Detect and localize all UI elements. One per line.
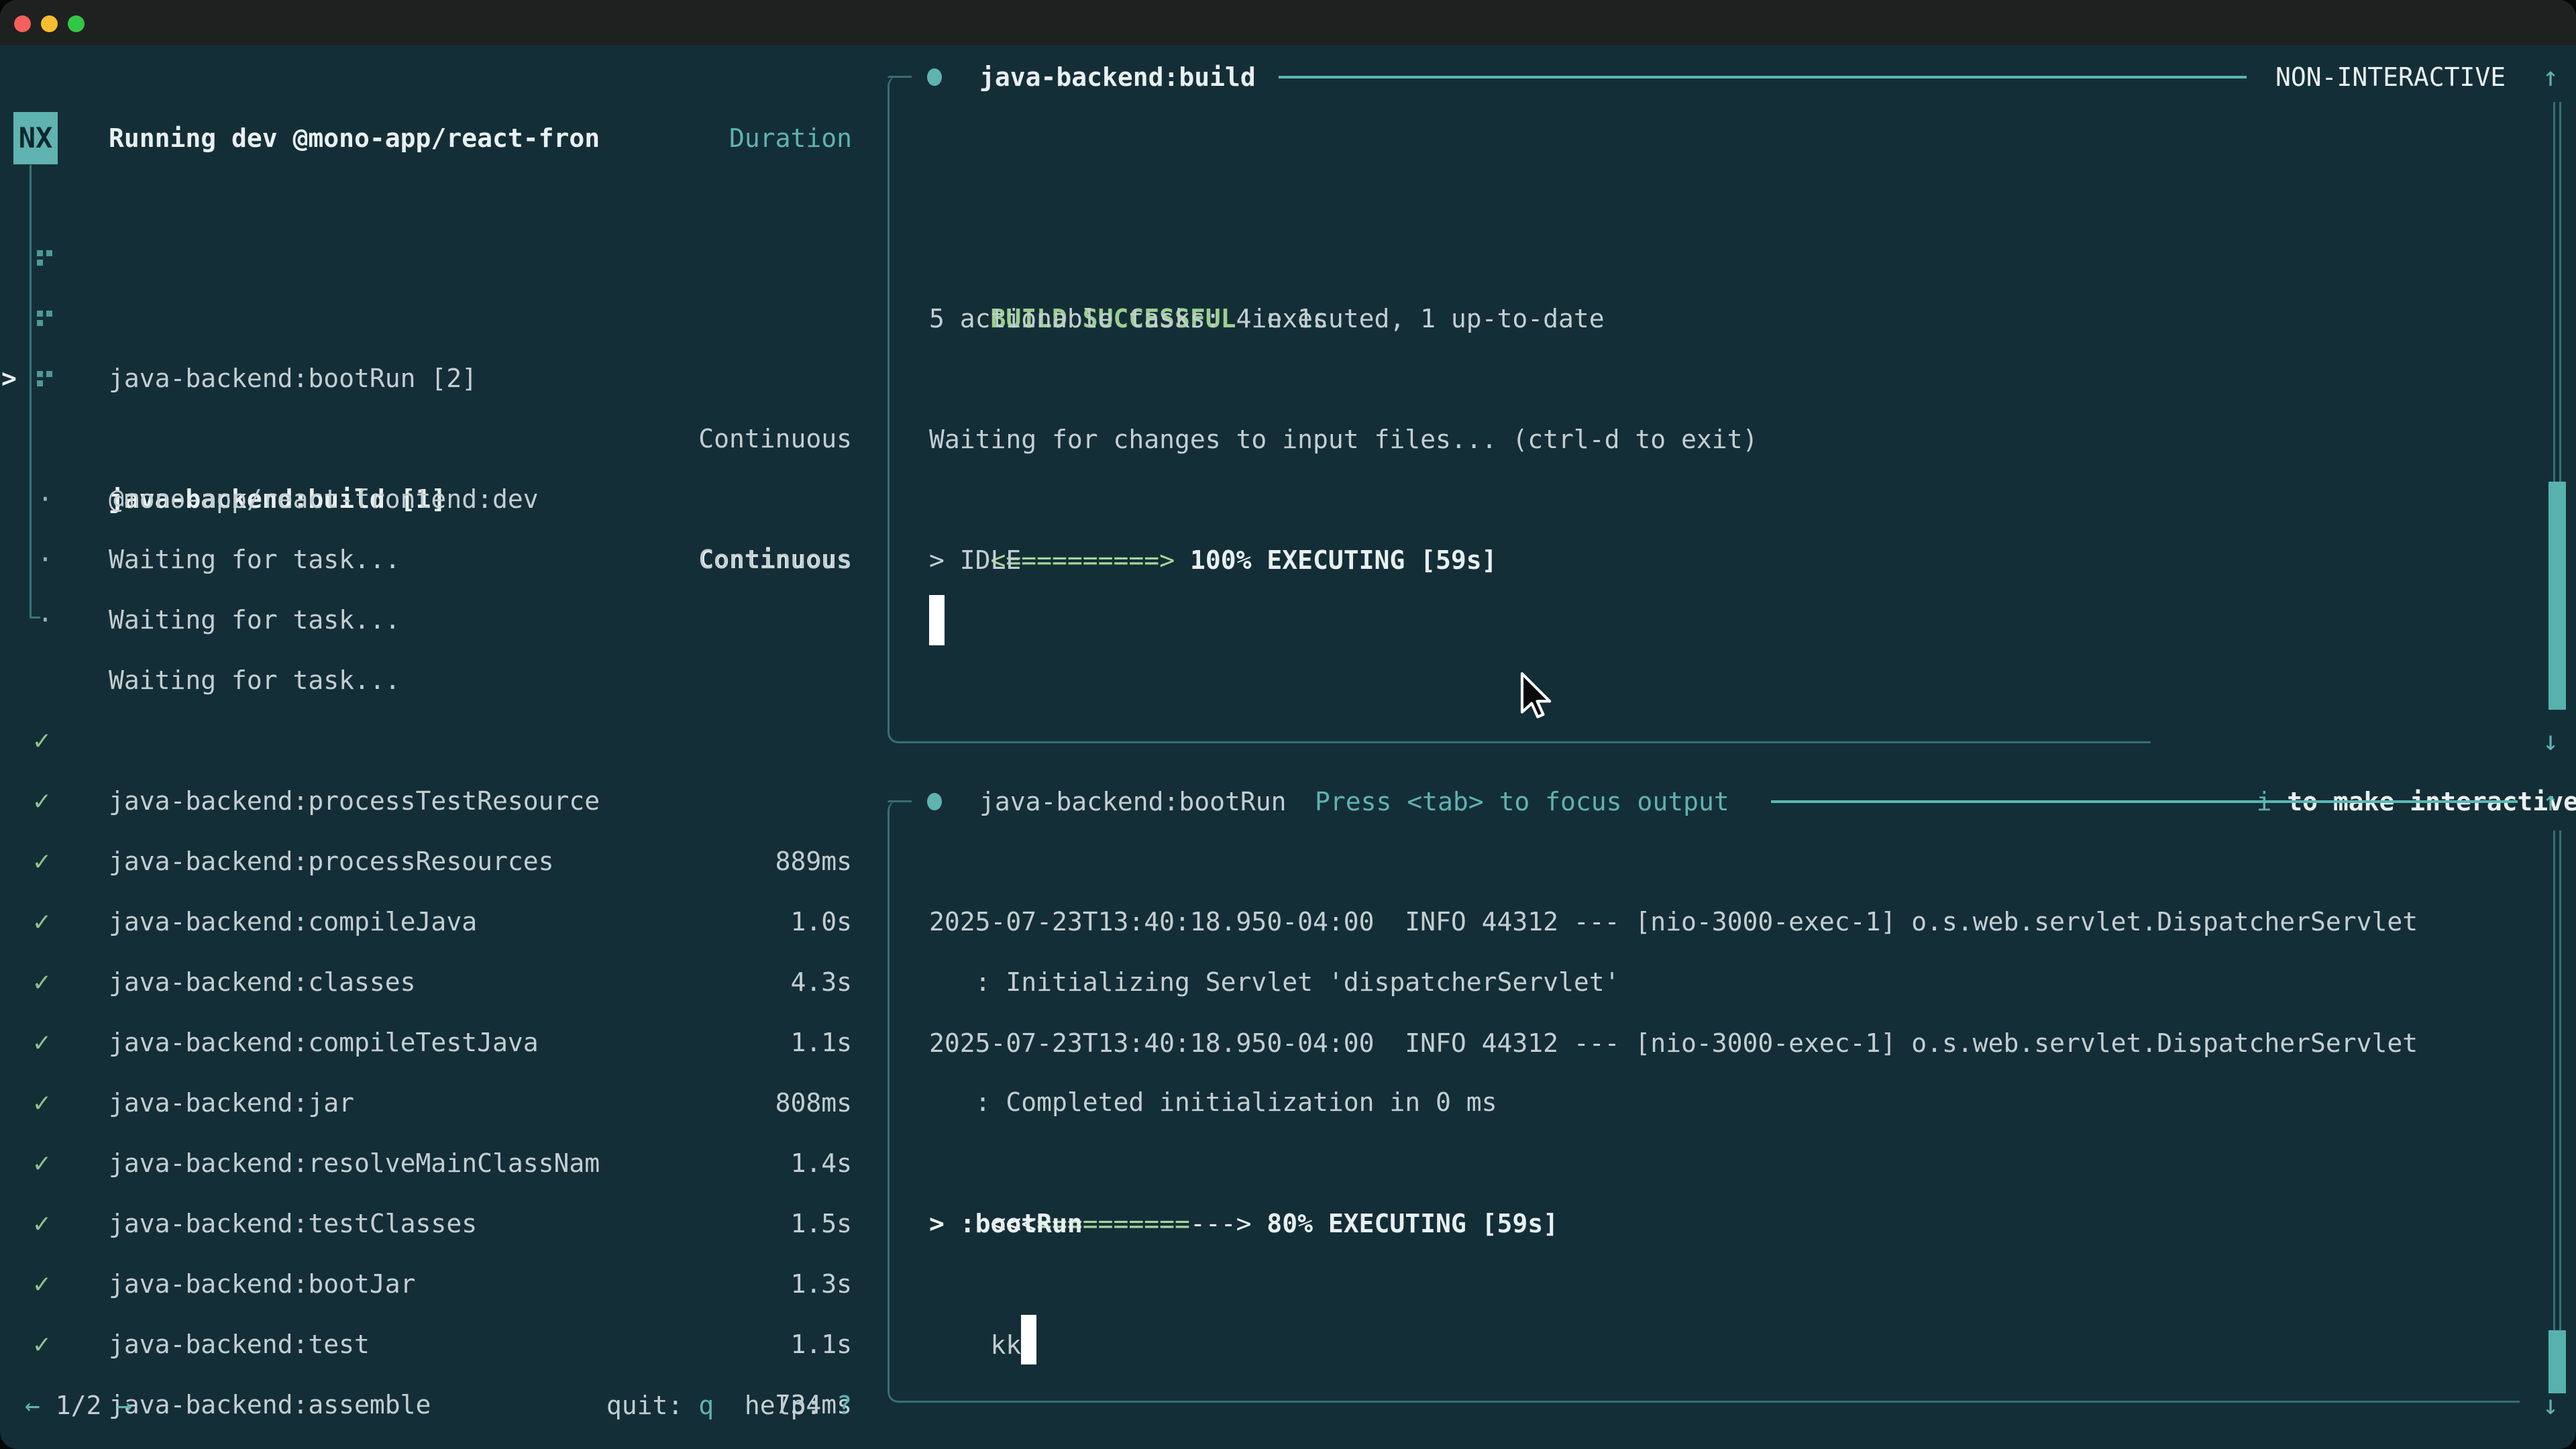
- bootrun-panel-title[interactable]: java-backend:bootRun: [979, 771, 1287, 832]
- check-icon: ✓: [34, 1314, 50, 1375]
- pagination-prev-icon[interactable]: ←: [25, 1391, 40, 1420]
- progress-close: >: [1159, 545, 1175, 575]
- bootrun-panel-border-stub: [888, 800, 912, 802]
- task-row-done[interactable]: ✓ java-backend:compileJava 4.3s: [0, 771, 852, 831]
- task-row-done[interactable]: ✓ java-backend:jar 1.4s: [0, 952, 852, 1012]
- terminal-window: NX Running dev @mono-app/react-fron Dura…: [0, 0, 2576, 1449]
- bootrun-panel-status-dot-icon: [927, 793, 942, 810]
- build-terminal-cursor: [929, 595, 945, 645]
- log-line: : Completed initialization in 0 ms: [929, 1072, 1497, 1132]
- build-panel-scrollbar-thumb[interactable]: [2548, 482, 2566, 710]
- bootrun-terminal-cursor: [1021, 1315, 1036, 1364]
- build-progress-line: <==========> 100% EXECUTING [59s]: [929, 470, 1497, 530]
- minimize-button[interactable]: [41, 15, 58, 32]
- spinner-icon: [37, 250, 43, 256]
- page-indicator: 1/2: [40, 1391, 117, 1420]
- task-row-waiting: · Waiting for task...: [0, 469, 852, 529]
- progress-label: 80% EXECUTING [59s]: [1251, 1209, 1558, 1238]
- task-row-running[interactable]: java-backend:bootRun [2] Continuous: [0, 227, 852, 288]
- task-row-waiting: · Waiting for task...: [0, 529, 852, 590]
- task-name: java-backend:test: [109, 1314, 370, 1375]
- build-panel-status-dot-icon: [927, 68, 942, 86]
- progress-dashes: --->: [1190, 1209, 1252, 1238]
- task-row-done[interactable]: ✓ java-backend:testClasses 1.3s: [0, 1073, 852, 1133]
- bootrun-panel-scrollbar-thumb[interactable]: [2548, 1330, 2566, 1393]
- task-row-done[interactable]: ✓ java-backend:assemble 774ms: [0, 1254, 852, 1314]
- nx-logo: NX: [13, 112, 58, 164]
- build-panel-scroll-up-icon[interactable]: ↑: [2542, 47, 2559, 107]
- task-name: Waiting for task...: [109, 590, 400, 650]
- help-label: help:: [714, 1391, 837, 1420]
- log-line: 2025-07-23T13:40:18.950-04:00 INFO 44312…: [929, 1013, 2418, 1073]
- bootrun-progress-line: <<<==========---> 80% EXECUTING [59s]: [929, 1133, 1558, 1193]
- pagination: ← 1/2 →: [25, 1375, 132, 1436]
- progress-bar: ==========: [1006, 545, 1159, 575]
- input-text: kk: [991, 1330, 1022, 1360]
- zoom-button[interactable]: [68, 15, 85, 32]
- duration-column-header: Duration: [729, 108, 852, 168]
- build-panel-scrollbar-track[interactable]: [2553, 102, 2561, 482]
- window-titlebar[interactable]: [0, 0, 2576, 46]
- bootrun-input-line[interactable]: kk: [929, 1254, 1036, 1315]
- build-waiting-line: Waiting for changes to input files... (c…: [929, 409, 1758, 470]
- build-summary-line: 5 actionable tasks: 4 executed, 1 up-to-…: [929, 288, 1605, 349]
- task-duration: 1.1s: [790, 1314, 852, 1375]
- bootrun-task-line: > :bootRun: [929, 1193, 1083, 1254]
- task-row-done[interactable]: ✓ java-backend:processResources 1.0s: [0, 710, 852, 771]
- build-idle-line: > IDLE: [929, 530, 1021, 590]
- build-panel-mode-badge: NON-INTERACTIVE: [2275, 47, 2506, 107]
- task-row-done[interactable]: ✓ java-backend:test 734ms: [0, 1193, 852, 1254]
- task-row-done[interactable]: ✓ java-backend:resolveMainClassNam 1.5s: [0, 1012, 852, 1073]
- help-key: ?: [837, 1391, 852, 1420]
- build-panel-scroll-down-icon[interactable]: ↓: [2542, 711, 2559, 771]
- help-bar: quit: q help: ?: [606, 1375, 852, 1436]
- spinner-icon: [37, 311, 43, 317]
- close-button[interactable]: [14, 15, 31, 32]
- build-panel-header-rule: [1279, 76, 2247, 78]
- quit-label: quit:: [606, 1391, 698, 1420]
- bootrun-panel-scroll-up-icon[interactable]: ↑: [2542, 771, 2559, 832]
- task-row-done[interactable]: ✓ java-backend:bootJar 1.1s: [0, 1133, 852, 1193]
- task-row-running[interactable]: @mono-app/react-frontend:dev Continuous: [0, 348, 852, 409]
- quit-key: q: [698, 1391, 714, 1420]
- spinner-icon: [37, 371, 43, 377]
- task-row-waiting: · Waiting for task...: [0, 409, 852, 469]
- mouse-cursor: [1520, 671, 1554, 722]
- progress-label: 100% EXECUTING [59s]: [1175, 545, 1497, 575]
- task-row-done[interactable]: ✓ java-backend:classes 1.1s: [0, 831, 852, 892]
- task-row-done[interactable]: ✓ java-backend:compileTestJava 808ms: [0, 892, 852, 952]
- page-title: Running dev @mono-app/react-fron: [109, 108, 600, 168]
- task-row-done[interactable]: ✓ java-backend:processTestResource 889ms: [0, 650, 852, 710]
- waiting-dot-icon: ·: [38, 590, 53, 650]
- bootrun-panel-scrollbar-track[interactable]: [2553, 830, 2561, 1330]
- log-line: 2025-07-23T13:40:18.950-04:00 INFO 44312…: [929, 892, 2418, 952]
- build-panel-border-stub: [888, 76, 912, 78]
- build-panel-footer: i to make interactive: [2195, 711, 2576, 771]
- pagination-next-icon[interactable]: →: [117, 1391, 132, 1420]
- task-row-running-selected[interactable]: > java-backend:build [1] Continuous: [0, 288, 852, 348]
- bootrun-panel-header-rule: [1771, 800, 2518, 803]
- build-panel-title[interactable]: java-backend:build: [979, 47, 1256, 107]
- task-duration: 774ms: [775, 1435, 852, 1449]
- bootrun-focus-hint: Press <tab> to focus output: [1315, 771, 1729, 832]
- log-line: : Initializing Servlet 'dispatcherServle…: [929, 952, 1620, 1012]
